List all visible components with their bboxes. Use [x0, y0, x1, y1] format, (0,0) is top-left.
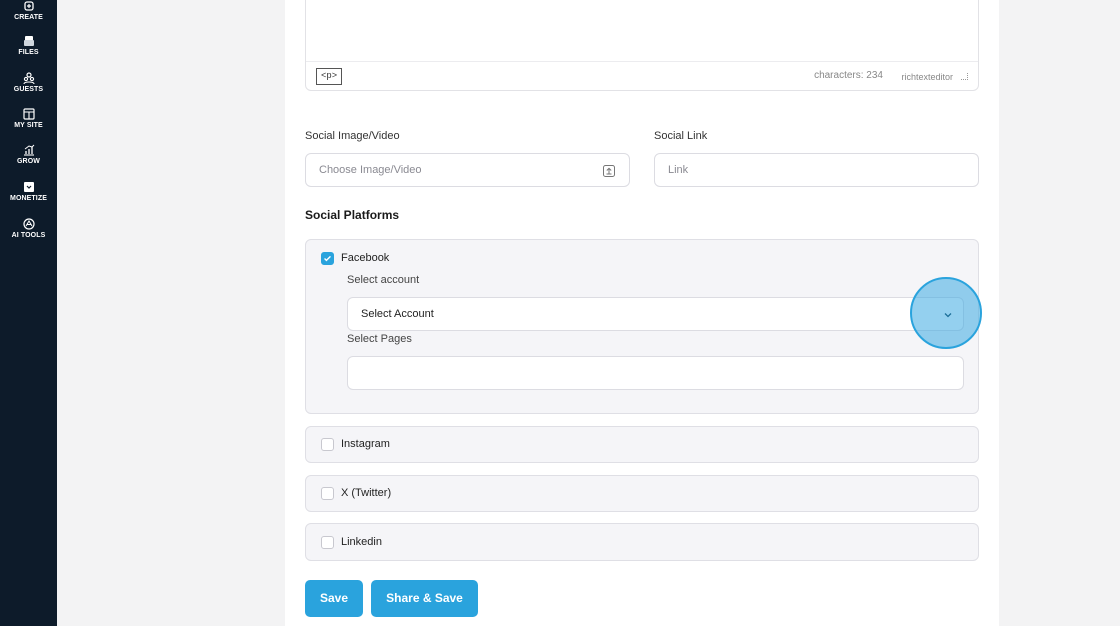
click-indicator	[910, 277, 982, 349]
save-button[interactable]: Save	[305, 580, 363, 617]
social-link-placeholder: Link	[668, 164, 689, 176]
select-pages-label: Select Pages	[347, 333, 412, 345]
twitter-checkbox[interactable]	[321, 487, 334, 500]
nav-ai-tools-label: AI TOOLS	[11, 232, 46, 239]
chevron-down-icon[interactable]	[943, 310, 953, 320]
facebook-label: Facebook	[341, 252, 390, 264]
editor-tag-indicator[interactable]: <p>	[316, 68, 343, 85]
nav-create-label: CREATE	[14, 14, 43, 21]
social-platforms-title: Social Platforms	[305, 208, 400, 222]
files-icon	[23, 36, 34, 46]
instagram-panel[interactable]: Instagram	[305, 426, 979, 463]
social-link-label: Social Link	[654, 130, 708, 142]
nav-files[interactable]: FILES	[0, 34, 57, 56]
nav-grow-label: GROW	[17, 158, 40, 165]
nav-files-label: FILES	[18, 49, 39, 56]
ai-tools-icon	[22, 218, 35, 230]
create-icon	[23, 1, 34, 11]
nav-create[interactable]: CREATE	[0, 0, 57, 21]
twitter-panel[interactable]: X (Twitter)	[305, 475, 979, 512]
nav-ai-tools[interactable]: AI TOOLS	[0, 217, 57, 239]
facebook-panel: Facebook Select account Select Account S…	[305, 239, 979, 414]
nav-my-site-label: MY SITE	[14, 122, 43, 129]
linkedin-label: Linkedin	[341, 536, 382, 548]
check-icon	[324, 255, 331, 262]
my-site-icon	[22, 108, 35, 120]
resize-grip-icon[interactable]	[961, 73, 968, 80]
linkedin-panel[interactable]: Linkedin	[305, 523, 979, 561]
select-account-value: Select Account	[361, 308, 434, 320]
social-link-input[interactable]: Link	[654, 153, 979, 187]
social-media-label: Social Image/Video	[305, 130, 400, 142]
nav-monetize[interactable]: MONETIZE	[0, 180, 57, 202]
social-media-placeholder: Choose Image/Video	[319, 164, 422, 176]
nav-guests[interactable]: GUESTS	[0, 71, 57, 93]
nav-my-site[interactable]: MY SITE	[0, 107, 57, 129]
select-account-label: Select account	[347, 274, 420, 286]
nav-grow[interactable]: GROW	[0, 143, 57, 165]
monetize-icon	[23, 182, 34, 192]
linkedin-checkbox[interactable]	[321, 536, 334, 549]
grow-icon	[23, 144, 34, 156]
nav-monetize-label: MONETIZE	[10, 195, 47, 202]
rich-text-editor[interactable]: <p> characters: 234 richtexteditor	[305, 0, 979, 91]
post-form-card: <p> characters: 234 richtexteditor Socia…	[285, 0, 999, 626]
character-count: characters: 234	[814, 70, 883, 81]
twitter-label: X (Twitter)	[341, 487, 392, 499]
instagram-checkbox[interactable]	[321, 438, 334, 451]
nav-guests-label: GUESTS	[13, 86, 44, 93]
facebook-checkbox[interactable]	[321, 252, 334, 265]
sidebar: CREATE FILES GUESTS MY SITE GROW MONETIZ…	[0, 0, 57, 626]
guests-icon	[22, 72, 35, 85]
editor-brand: richtexteditor	[901, 72, 953, 82]
select-account-dropdown[interactable]: Select Account	[347, 297, 964, 331]
instagram-label: Instagram	[341, 438, 390, 450]
social-media-input[interactable]: Choose Image/Video	[305, 153, 630, 187]
select-pages-dropdown[interactable]	[347, 356, 964, 390]
editor-status-bar: <p> characters: 234 richtexteditor	[306, 61, 978, 90]
share-save-button[interactable]: Share & Save	[371, 580, 478, 617]
upload-icon[interactable]	[603, 165, 615, 177]
